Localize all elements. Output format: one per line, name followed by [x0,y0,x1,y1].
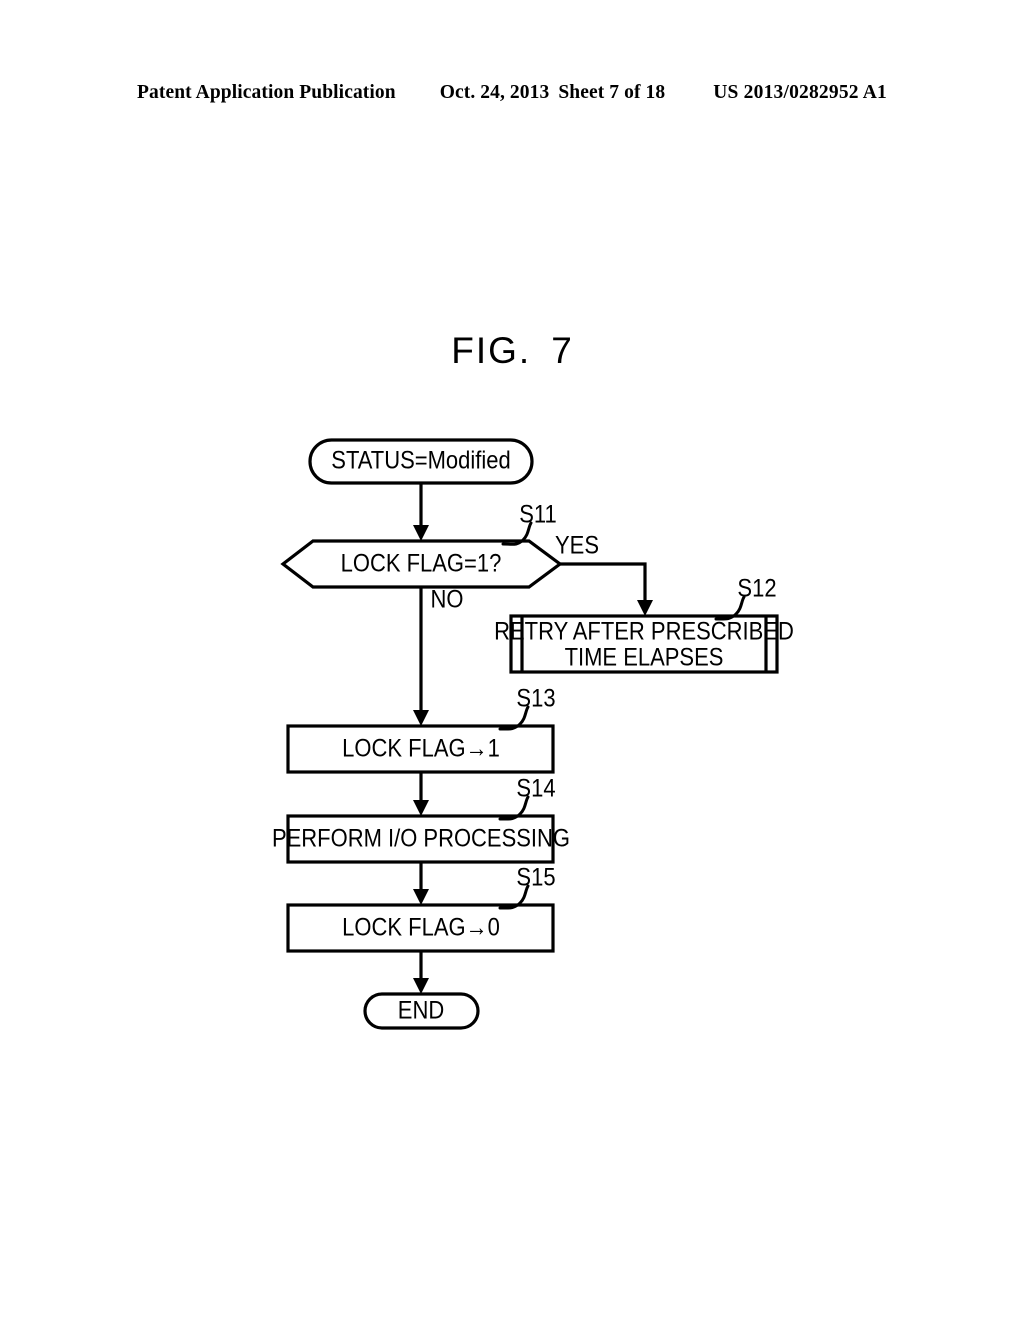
arrowhead-down-icon [413,710,429,726]
flowchart-diagram: STATUS=Modified LOCK FLAG=1? S11 YES NO [272,438,794,1030]
step-id-s14-label: S14 [516,774,555,802]
branch-label-no: NO [431,585,464,613]
step-id-s11-label: S11 [519,500,556,528]
step-id-s12: S12 [714,574,777,621]
step-id-s13: S13 [498,684,556,731]
arrowhead-down-icon [413,978,429,994]
step-id-s12-label: S12 [737,574,776,602]
flow-node-lock-clear: LOCK FLAG→0 [286,903,555,953]
step-id-s15-label: S15 [516,863,555,891]
flow-node-start: STATUS=Modified [308,438,534,485]
connector-yes-branch: YES [555,531,653,616]
flow-node-decision: LOCK FLAG=1? [280,539,563,589]
figure-area: FIG. 7 STATUS=Modified LOCK FLAG=1? S11 Y… [0,0,1024,1320]
flow-node-retry: RETRY AFTER PRESCRIBED TIME ELAPSES [494,614,794,674]
end-terminator-label: END [398,996,444,1024]
start-terminator-label: STATUS=Modified [331,446,510,474]
arrowhead-down-icon [413,889,429,905]
arrowhead-down-icon [413,525,429,541]
io-label: PERFORM I/O PROCESSING [272,824,570,852]
step-id-s11: S11 [501,500,557,546]
arrowhead-down-icon [413,800,429,816]
arrowhead-down-icon [637,600,653,616]
branch-label-yes: YES [555,531,599,559]
lock-clear-label: LOCK FLAG→0 [342,913,500,941]
step-id-s15: S15 [498,863,556,910]
connector-no-to-lockset [413,587,429,726]
lock-set-label: LOCK FLAG→1 [342,734,500,762]
retry-label-line2: TIME ELAPSES [565,643,724,671]
connector-lockset-to-io [413,772,429,816]
connector-start-to-decision [413,483,429,541]
step-id-s13-label: S13 [516,684,555,712]
flow-node-io: PERFORM I/O PROCESSING [272,814,570,864]
flow-node-end: END [363,992,480,1030]
step-id-s14: S14 [498,774,556,821]
connector-io-to-lockclear [413,862,429,905]
retry-label-line1: RETRY AFTER PRESCRIBED [494,617,794,645]
flow-node-lock-set: LOCK FLAG→1 [286,724,555,774]
decision-label: LOCK FLAG=1? [341,549,502,577]
connector-lockclear-to-end [413,951,429,994]
